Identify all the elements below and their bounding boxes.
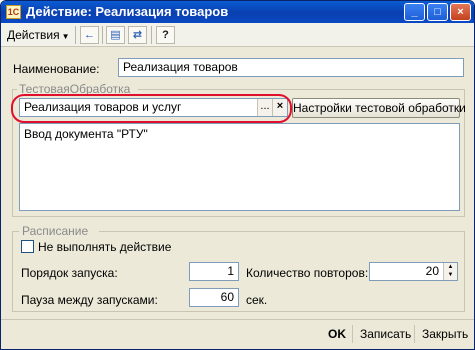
dialog-window: 1C Действие: Реализация товаров _ □ × Де… bbox=[0, 0, 475, 350]
skip-action-checkbox[interactable] bbox=[21, 240, 34, 253]
title-bar[interactable]: 1C Действие: Реализация товаров _ □ × bbox=[1, 1, 474, 23]
footer-separator bbox=[352, 325, 353, 343]
toolbar-separator bbox=[151, 26, 152, 44]
repeat-value: 20 bbox=[425, 264, 439, 278]
document-icon[interactable]: ▤ bbox=[106, 26, 125, 44]
memo-text: Ввод документа "РТУ" bbox=[24, 127, 148, 141]
highlight-annotation bbox=[11, 94, 292, 123]
back-arrow-icon[interactable]: ← bbox=[80, 26, 99, 44]
maximize-icon[interactable]: □ bbox=[427, 3, 448, 21]
order-label: Порядок запуска: bbox=[21, 266, 118, 280]
help-icon[interactable]: ? bbox=[156, 26, 175, 44]
skip-action-label: Не выполнять действие bbox=[38, 240, 172, 254]
close-icon[interactable]: × bbox=[450, 3, 471, 21]
actions-menu-label: Действия bbox=[7, 28, 60, 42]
repeat-field[interactable]: 20 ▲ ▼ bbox=[369, 262, 458, 281]
refresh-icon[interactable]: ⇄ bbox=[128, 26, 147, 44]
pause-unit: сек. bbox=[246, 293, 268, 307]
spin-up-icon[interactable]: ▲ bbox=[444, 263, 457, 271]
pause-field[interactable]: 60 bbox=[189, 288, 239, 307]
close-button[interactable]: Закрыть bbox=[422, 327, 468, 341]
save-button[interactable]: Записать bbox=[360, 327, 411, 341]
footer-separator bbox=[414, 325, 415, 343]
pause-label: Пауза между запусками: bbox=[21, 293, 158, 307]
comment-memo[interactable]: Ввод документа "РТУ" bbox=[19, 123, 460, 211]
ok-button[interactable]: OK bbox=[328, 327, 346, 341]
settings-button[interactable]: Настройки тестовой обработки bbox=[292, 98, 466, 118]
minimize-icon[interactable]: _ bbox=[404, 3, 425, 21]
app-icon: 1C bbox=[6, 5, 21, 19]
spin-down-icon[interactable]: ▼ bbox=[444, 271, 457, 279]
name-field[interactable]: Реализация товаров bbox=[118, 58, 464, 77]
name-label: Наименование: bbox=[13, 62, 100, 76]
repeat-label: Количество повторов: bbox=[246, 266, 369, 280]
toolbar-separator bbox=[102, 26, 103, 44]
footer-divider bbox=[1, 319, 474, 320]
repeat-spinner[interactable]: ▲ ▼ bbox=[443, 263, 457, 280]
toolbar-separator bbox=[75, 26, 76, 44]
window-title: Действие: Реализация товаров bbox=[26, 4, 229, 19]
dropdown-arrow-icon: ▼ bbox=[61, 32, 70, 41]
toolbar: Действия ▼ ← ▤ ⇄ ? bbox=[1, 23, 474, 47]
order-field[interactable]: 1 bbox=[189, 262, 239, 281]
actions-menu[interactable]: Действия ▼ bbox=[7, 28, 70, 42]
